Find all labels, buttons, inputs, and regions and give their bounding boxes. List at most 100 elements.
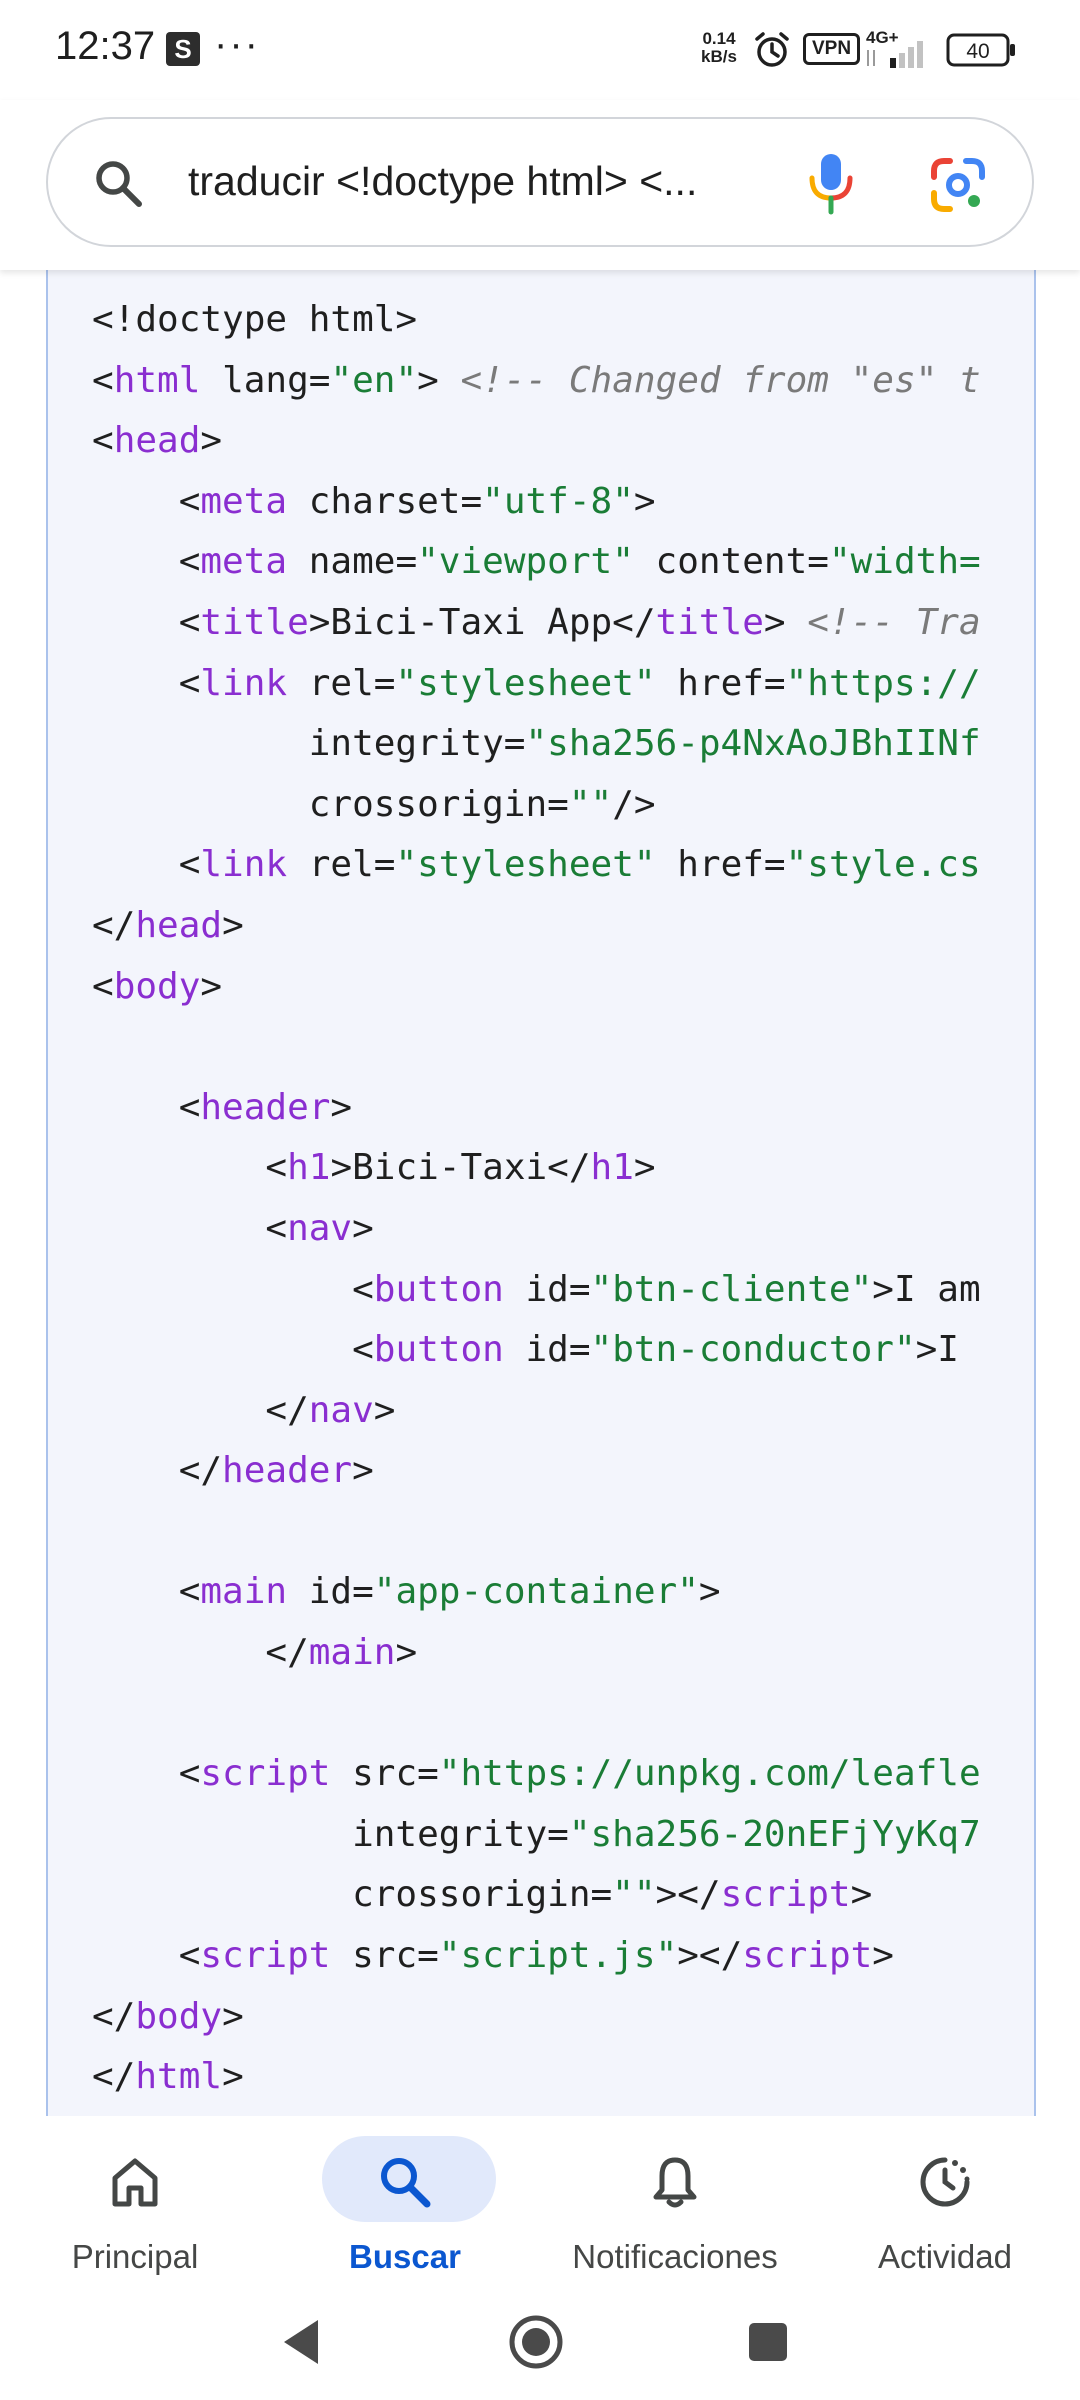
system-navigation-bar <box>0 2296 1080 2400</box>
code-token-pun: < <box>92 480 201 522</box>
battery-level: 40 <box>966 40 989 63</box>
code-token-pun: integrity= <box>92 723 526 765</box>
code-token-pun: > <box>352 1450 374 1492</box>
code-line: <main id="app-container"> <box>92 1562 981 1623</box>
microphone-icon[interactable] <box>806 152 856 216</box>
code-token-pun: name= <box>287 541 418 583</box>
code-token-tag: meta <box>200 480 288 522</box>
code-token-pun: integrity= <box>92 1813 569 1855</box>
nav-item-actividad[interactable]: Actividad <box>810 2126 1080 2296</box>
code-token-pun: < <box>92 1935 201 1977</box>
code-token-pun: > <box>850 1874 873 1916</box>
code-token-tag: html <box>113 359 201 401</box>
code-token-pun: < <box>92 1571 201 1613</box>
code-token-str: "width= <box>828 541 981 583</box>
nav-item-principal[interactable]: Principal <box>0 2126 270 2296</box>
code-token-tag: head <box>113 420 201 462</box>
nav-label-notificaciones: Notificaciones <box>572 2238 778 2275</box>
code-token-tag: link <box>200 844 288 886</box>
code-token-pun: < <box>92 1329 374 1371</box>
code-token-str: "viewport" <box>417 541 634 583</box>
code-token-tag: button <box>373 1268 504 1310</box>
code-token-pun: >Bici-Taxi App</ <box>308 601 656 643</box>
code-token-tag: body <box>113 965 201 1007</box>
code-token-pun: < <box>92 359 114 401</box>
code-token-tag: body <box>135 1995 223 2037</box>
code-token-tag: nav <box>287 1207 353 1249</box>
code-token-str: "script.js" <box>438 1935 678 1977</box>
code-token-str: "style.cs <box>785 844 981 886</box>
code-token-pun: </ <box>92 1450 223 1492</box>
code-token-tag: script <box>742 1935 873 1977</box>
code-line: </html> <box>92 2047 981 2108</box>
code-token-str: "sha256-p4NxAoJBhIINf <box>525 723 981 765</box>
code-token-pun: > <box>200 420 223 462</box>
code-token-str: "app-container" <box>373 1571 699 1613</box>
code-line: <html lang="en"> <!-- Changed from "es" … <box>92 351 981 412</box>
code-token-pun: content= <box>633 541 829 583</box>
nav-label-buscar: Buscar <box>349 2238 461 2275</box>
code-line: <title>Bici-Taxi App</title> <!-- Tra <box>92 593 981 654</box>
code-token-pun: < <box>92 1268 374 1310</box>
code-line: <meta name="viewport" content="width= <box>92 532 981 593</box>
code-token-pun: > <box>872 1935 894 1977</box>
search-input[interactable]: traducir <!doctype html> <... <box>188 158 808 205</box>
code-token-pun: id= <box>503 1329 591 1371</box>
code-line: <meta charset="utf-8"> <box>92 472 981 533</box>
code-line: <nav> <box>92 1199 981 1260</box>
code-token-pun: >I <box>915 1329 959 1371</box>
code-token-pun: < <box>92 662 201 704</box>
code-token-tag: title <box>200 601 309 643</box>
code-token-pun: < <box>92 420 114 462</box>
nav-label-actividad: Actividad <box>878 2238 1012 2275</box>
code-token-tag: title <box>655 601 764 643</box>
code-block[interactable]: <!doctype html> <html lang="en"> <!-- Cha… <box>46 270 1036 2116</box>
code-token-tag: h1 <box>590 1147 634 1189</box>
bottom-navigation: Principal Buscar Notificaciones Activida… <box>0 2116 1080 2296</box>
code-line: crossorigin=""/> <box>92 775 981 836</box>
code-line: integrity="sha256-20nEFjYyKq7 <box>92 1805 981 1866</box>
nav-label-principal: Principal <box>71 2238 199 2275</box>
network-speed-unit: kB/s <box>701 47 737 66</box>
nav-item-buscar[interactable]: Buscar <box>270 2126 540 2296</box>
code-token-pun: < <box>92 601 201 643</box>
code-token-pun: < <box>92 1147 288 1189</box>
code-line: crossorigin=""></script> <box>92 1865 981 1926</box>
network-speed-value: 0.14 <box>702 29 736 48</box>
google-lens-icon[interactable] <box>930 157 986 213</box>
code-token-pun: ></ <box>655 1874 721 1916</box>
code-token-pun: ></ <box>677 1935 743 1977</box>
code-line: <head> <box>92 411 981 472</box>
search-icon <box>96 161 142 207</box>
code-token-pun: </ <box>92 904 136 946</box>
code-line: </head> <box>92 896 981 957</box>
code-token-str: "utf-8" <box>482 480 634 522</box>
code-token-pun: < <box>92 1086 201 1128</box>
code-token-pun: > <box>698 1571 721 1613</box>
back-icon[interactable] <box>276 2314 326 2370</box>
code-token-pun: crossorigin= <box>92 783 569 825</box>
search-bar[interactable]: traducir <!doctype html> <... <box>46 117 1034 247</box>
code-token-pun: > <box>373 1389 396 1431</box>
signal-icon: 4G+ <box>866 28 923 68</box>
battery-icon: 40 <box>946 33 1015 67</box>
code-token-pun: < <box>92 541 201 583</box>
code-token-pun: src= <box>330 1753 439 1795</box>
code-lines: <!doctype html> <html lang="en"> <!-- Cha… <box>92 290 981 2108</box>
code-token-pun: href= <box>655 844 786 886</box>
search-area: traducir <!doctype html> <... <box>0 100 1080 270</box>
code-token-tag: header <box>222 1450 353 1492</box>
code-line: <button id="btn-conductor">I <box>92 1320 981 1381</box>
code-token-pun: </ <box>92 1632 309 1674</box>
code-token-pun: < <box>92 1753 201 1795</box>
nav-item-notificaciones[interactable]: Notificaciones <box>540 2126 810 2296</box>
activity-icon <box>920 2157 970 2207</box>
code-line: <link rel="stylesheet" href="style.cs <box>92 835 981 896</box>
home-button-icon[interactable] <box>506 2312 566 2372</box>
recent-apps-icon[interactable] <box>746 2320 790 2364</box>
code-token-pun: > <box>633 480 656 522</box>
code-token-tag: link <box>200 662 288 704</box>
code-token-pun: lang= <box>200 359 331 401</box>
code-token-pun: charset= <box>287 480 483 522</box>
